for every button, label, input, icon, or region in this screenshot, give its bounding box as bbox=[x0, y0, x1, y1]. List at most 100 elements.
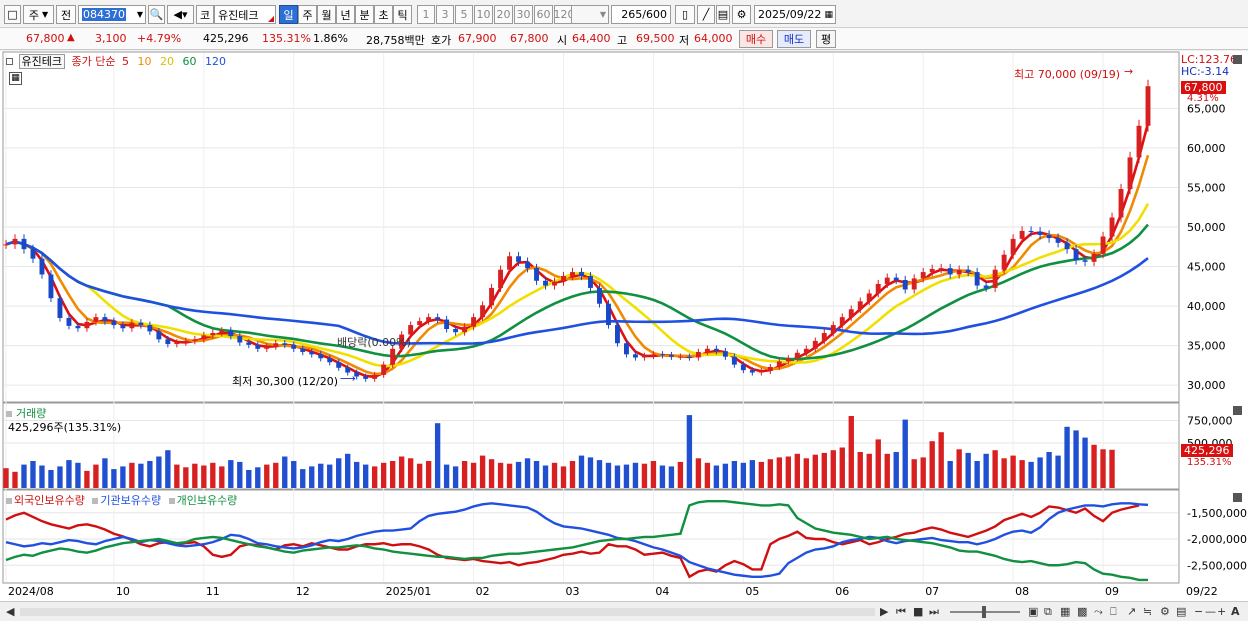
zoom-fit-icon[interactable]: ⎕ bbox=[1110, 605, 1117, 619]
interval-input[interactable]: ▼ bbox=[571, 5, 609, 24]
copy-icon[interactable]: ⧉ bbox=[1044, 605, 1052, 619]
line-chart-icon[interactable]: ⤳ bbox=[1094, 605, 1103, 619]
first-page-icon[interactable]: ⏮ bbox=[896, 605, 906, 619]
legend-stock-name[interactable]: 유진테크 bbox=[18, 54, 65, 69]
scroll-left-icon[interactable]: ◀ bbox=[6, 605, 14, 618]
panel-close-icon[interactable] bbox=[1233, 406, 1242, 415]
candle-body bbox=[246, 342, 252, 345]
separator-icon: — bbox=[1205, 605, 1216, 618]
bar-chart-icon[interactable]: ▩ bbox=[1077, 605, 1087, 618]
panel-close-icon[interactable] bbox=[1233, 493, 1242, 502]
interval-tab[interactable]: 5 bbox=[455, 5, 473, 24]
gear-icon[interactable]: ⚙ bbox=[732, 5, 751, 24]
period-tab[interactable]: 초 bbox=[374, 5, 393, 24]
candle-body bbox=[983, 285, 989, 288]
last-page-icon[interactable]: ⏭ bbox=[929, 605, 939, 619]
volume-bar bbox=[479, 455, 486, 488]
calendar-icon[interactable]: ▦ bbox=[824, 10, 833, 20]
scroll-right-icon[interactable]: ▶ bbox=[880, 605, 888, 618]
volume-current-pct: 135.31% bbox=[1187, 457, 1232, 468]
save-icon[interactable]: ▤ bbox=[1176, 605, 1186, 618]
trend-icon[interactable]: ↗ bbox=[1127, 605, 1136, 618]
average-button[interactable]: 평 bbox=[816, 30, 836, 48]
candle-body bbox=[624, 343, 629, 355]
interval-tab[interactable]: 10 bbox=[474, 5, 493, 24]
volume-bar bbox=[111, 469, 117, 488]
date-input[interactable]: 2025/09/22 ▦ bbox=[754, 5, 836, 24]
calculator-icon[interactable]: ▦ bbox=[9, 72, 22, 85]
draw-line-icon[interactable]: ╱ bbox=[697, 5, 715, 24]
chart-area[interactable]: 65,000 60,000 55,000 50,000 45,000 40,000 35,0… bbox=[0, 51, 1248, 601]
legend-square-icon bbox=[6, 498, 12, 504]
volume-bar bbox=[587, 457, 594, 488]
interval-tab[interactable]: 60 bbox=[534, 5, 553, 24]
count-total: /600 bbox=[642, 8, 667, 21]
candle-body bbox=[192, 339, 198, 341]
candle-body bbox=[758, 370, 764, 373]
interval-tab[interactable]: 30 bbox=[514, 5, 533, 24]
chevron-down-icon[interactable]: ▼ bbox=[137, 10, 143, 19]
period-tab[interactable]: 월 bbox=[317, 5, 336, 24]
chart-svg[interactable]: 65,000 60,000 55,000 50,000 45,000 40,000 35,0… bbox=[0, 51, 1248, 601]
period-tab[interactable]: 일 bbox=[279, 5, 298, 24]
save-icon[interactable]: ▤ bbox=[716, 5, 730, 24]
volume-bar bbox=[1082, 437, 1088, 488]
candle-body bbox=[516, 256, 522, 262]
period-tab[interactable]: 주 bbox=[298, 5, 317, 24]
panel-close-icon[interactable] bbox=[1233, 55, 1242, 64]
volume-bar bbox=[722, 463, 729, 488]
volume-bar bbox=[569, 461, 576, 488]
y-tick-label: 60,000 bbox=[1187, 142, 1226, 155]
volume-bar bbox=[695, 458, 702, 488]
indicator-icon[interactable]: ≒ bbox=[1143, 605, 1152, 618]
x-tick-label: 07 bbox=[925, 585, 939, 598]
candle-body bbox=[336, 362, 342, 368]
volume-bar bbox=[551, 462, 558, 488]
grid-icon[interactable]: ▦ bbox=[1060, 605, 1070, 618]
interval-tab[interactable]: 20 bbox=[494, 5, 513, 24]
search-icon[interactable]: 🔍 bbox=[148, 5, 165, 24]
volume-bar bbox=[704, 462, 711, 488]
market-tag: 코 bbox=[196, 5, 214, 24]
volume-bar bbox=[596, 460, 603, 488]
period-tab[interactable]: 년 bbox=[336, 5, 355, 24]
volume-bar bbox=[183, 467, 189, 488]
stock-name-field[interactable]: 유진테크 bbox=[214, 5, 276, 24]
zoom-in-icon[interactable]: + bbox=[1217, 605, 1226, 618]
count-input[interactable]: 265/600 bbox=[611, 5, 671, 24]
candle-body bbox=[120, 325, 126, 329]
corner-flag-icon bbox=[268, 16, 274, 22]
font-size-icon[interactable]: A bbox=[1231, 605, 1240, 618]
volume-bar bbox=[533, 461, 540, 488]
horizontal-scrollbar[interactable] bbox=[20, 608, 875, 616]
x-tick-label: 06 bbox=[835, 585, 849, 598]
period-tab[interactable]: 틱 bbox=[393, 5, 412, 24]
zoom-slider-handle[interactable] bbox=[982, 606, 986, 618]
candle-body bbox=[165, 339, 171, 345]
interval-tab[interactable]: 1 bbox=[417, 5, 435, 24]
interval-tab[interactable]: 3 bbox=[436, 5, 454, 24]
zoom-out-icon[interactable]: − bbox=[1194, 605, 1203, 618]
market-select[interactable]: 주 ▼ bbox=[23, 5, 54, 24]
window-icon[interactable]: □ bbox=[4, 5, 21, 24]
prev-button[interactable]: 전 bbox=[56, 5, 76, 24]
candle-body bbox=[183, 340, 189, 343]
volume-bar bbox=[102, 458, 108, 488]
volume-bar bbox=[201, 465, 207, 488]
volume-bar bbox=[740, 462, 747, 488]
candle-body bbox=[471, 317, 477, 327]
candle-body bbox=[507, 256, 513, 270]
layout-icon[interactable]: ▣ bbox=[1028, 605, 1038, 618]
volume-bar bbox=[174, 464, 180, 488]
stop-icon[interactable]: ■ bbox=[913, 605, 923, 618]
candle-body bbox=[668, 355, 674, 357]
buy-button[interactable]: 매수 bbox=[739, 30, 773, 48]
sell-button[interactable]: 매도 bbox=[777, 30, 811, 48]
period-tab[interactable]: 분 bbox=[355, 5, 374, 24]
candle-body bbox=[237, 336, 243, 343]
legend-foreign: 외국인보유수량 bbox=[14, 494, 85, 507]
settings-icon[interactable]: ⚙ bbox=[1160, 605, 1170, 618]
stock-code-input[interactable]: 084370 ▼ bbox=[78, 5, 146, 24]
candle-type-icon[interactable]: ▯ bbox=[675, 5, 695, 24]
sound-icon[interactable]: ◀▾ bbox=[167, 5, 194, 24]
